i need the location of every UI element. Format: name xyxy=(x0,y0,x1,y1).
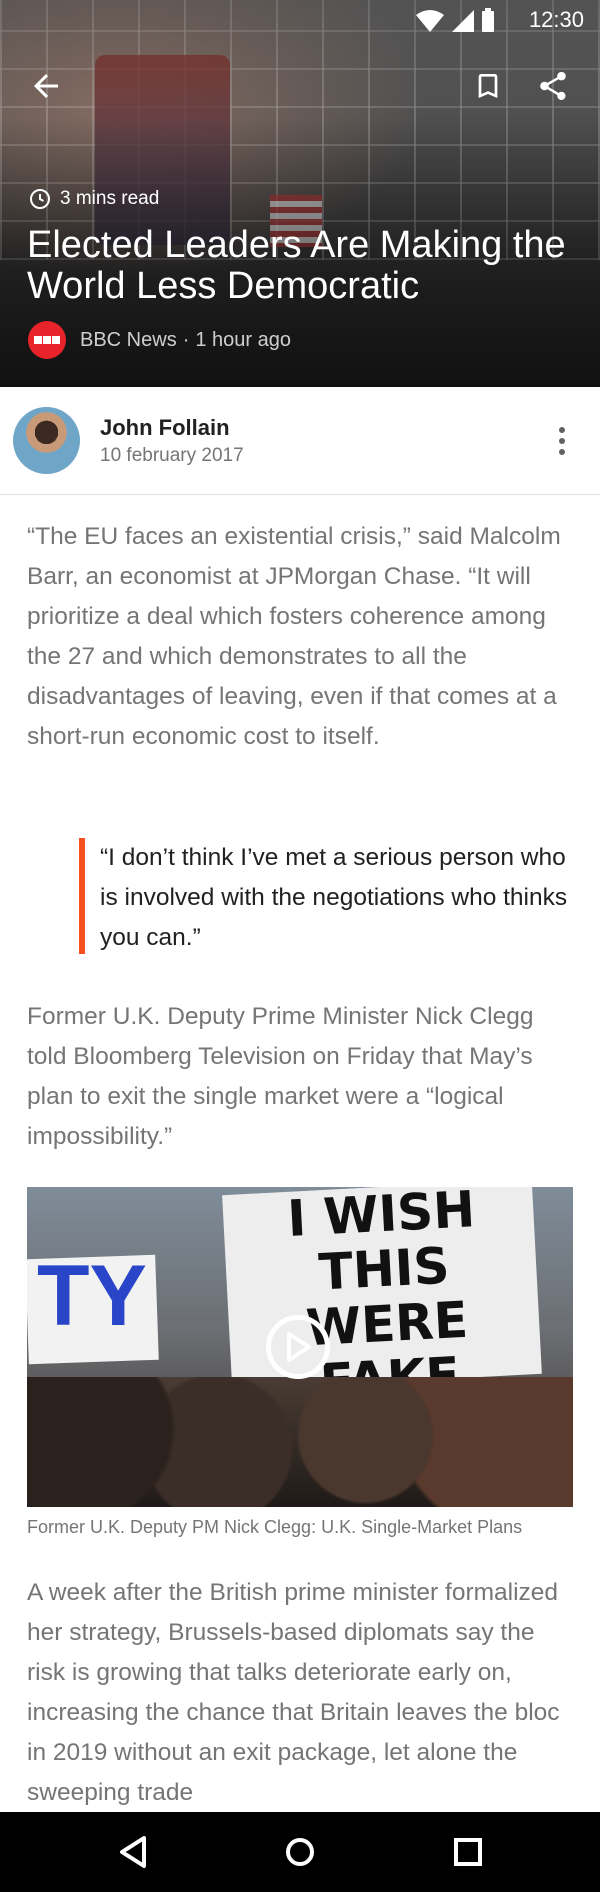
system-nav-bar xyxy=(0,1812,600,1892)
video-player[interactable]: TY I WISH THIS WERE FAKE NEWS xyxy=(27,1187,573,1507)
nav-recent-button[interactable] xyxy=(428,1812,508,1892)
author-name[interactable]: John Follain xyxy=(100,415,230,441)
paragraph-2: Former U.K. Deputy Prime Minister Nick C… xyxy=(27,1003,534,1150)
paragraph-3: A week after the British prime minister … xyxy=(27,1579,560,1806)
read-time: 3 mins read xyxy=(28,187,159,211)
status-svg xyxy=(416,8,494,32)
source-separator: · xyxy=(182,328,190,351)
wifi-icon xyxy=(416,10,444,32)
author-row: John Follain 10 february 2017 xyxy=(0,387,600,495)
play-button[interactable] xyxy=(266,1315,330,1379)
nav-back-icon xyxy=(120,1836,146,1868)
source-text: BBC News · 1 hour ago xyxy=(80,329,291,352)
status-icons xyxy=(414,8,500,39)
nav-home-icon xyxy=(286,1838,314,1866)
source-name: BBC News xyxy=(80,328,177,351)
share-button[interactable] xyxy=(536,68,570,104)
battery-icon xyxy=(482,11,494,32)
clock-icon xyxy=(30,189,50,209)
crowd xyxy=(27,1377,573,1507)
nav-home-button[interactable] xyxy=(260,1812,340,1892)
read-time-label: 3 mins read xyxy=(60,188,160,209)
source-time: 1 hour ago xyxy=(195,328,292,351)
video-caption: Former U.K. Deputy PM Nick Clegg: U.K. S… xyxy=(27,1517,523,1537)
play-icon xyxy=(287,1332,311,1362)
paragraph-1: “The EU faces an existential crisis,” sa… xyxy=(27,523,561,750)
back-arrow-icon xyxy=(34,74,58,98)
quote-bar xyxy=(79,838,85,954)
cell-signal-icon xyxy=(452,10,474,32)
article-source[interactable]: BBC News · 1 hour ago xyxy=(28,321,291,359)
author-date: 10 february 2017 xyxy=(100,445,244,466)
author-avatar[interactable] xyxy=(13,407,80,474)
back-button[interactable] xyxy=(28,68,64,104)
share-icon xyxy=(540,71,566,101)
bookmark-icon xyxy=(478,74,498,98)
left-sign-text: TY xyxy=(37,1248,147,1344)
more-vert-icon xyxy=(559,427,565,433)
more-options-button[interactable] xyxy=(552,423,572,459)
bbc-logo xyxy=(28,321,66,359)
nav-back-button[interactable] xyxy=(93,1812,173,1892)
article-title: Elected Leaders Are Making the World Les… xyxy=(27,224,566,307)
status-bar: 12:30 xyxy=(0,0,600,40)
bookmark-button[interactable] xyxy=(472,68,504,104)
status-time: 12:30 xyxy=(528,7,584,32)
nav-recent-icon xyxy=(454,1838,482,1866)
quote-text: “I don’t think I’ve met a serious person… xyxy=(100,844,568,951)
